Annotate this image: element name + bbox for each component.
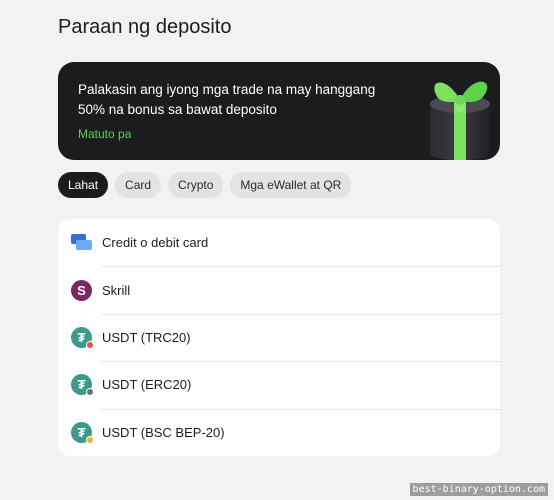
bsc-network-badge-icon — [86, 435, 94, 444]
method-usdt-bep20[interactable]: ₮ USDT (BSC BEP-20) — [58, 408, 500, 456]
tether-icon: ₮ — [71, 374, 94, 397]
method-label: USDT (BSC BEP-20) — [102, 424, 225, 440]
promo-text: Palakasin ang iyong mga trade na may han… — [78, 82, 376, 117]
tab-ewallet-qr[interactable]: Mga eWallet at QR — [230, 172, 352, 198]
tab-all[interactable]: Lahat — [58, 172, 109, 198]
deposit-method-list: Credit o debit card S Skrill ₮ USDT (TRC… — [58, 219, 500, 456]
tab-crypto[interactable]: Crypto — [168, 172, 224, 198]
method-label: USDT (TRC20) — [102, 329, 191, 345]
tab-card[interactable]: Card — [115, 172, 162, 198]
skrill-icon: S — [71, 279, 92, 301]
page-title: Paraan ng deposito — [58, 16, 232, 38]
watermark: best-binary-option.com — [409, 483, 548, 496]
tether-icon: ₮ — [71, 421, 94, 444]
method-label: Skrill — [102, 282, 131, 298]
credit-card-icon — [71, 232, 92, 253]
method-label: USDT (ERC20) — [102, 377, 192, 393]
method-credit-debit-card[interactable]: Credit o debit card — [58, 219, 500, 266]
gift-box-icon — [430, 81, 490, 160]
method-usdt-trc20[interactable]: ₮ USDT (TRC20) — [58, 313, 500, 361]
method-usdt-erc20[interactable]: ₮ USDT (ERC20) — [58, 361, 500, 408]
ethereum-network-badge-icon — [86, 388, 94, 397]
tron-network-badge-icon — [86, 340, 94, 349]
tether-icon: ₮ — [71, 326, 94, 349]
method-skrill[interactable]: S Skrill — [58, 266, 500, 313]
method-label: Credit o debit card — [102, 235, 209, 251]
learn-more-link[interactable]: Matuto pa — [78, 127, 131, 141]
bonus-promo-banner[interactable]: Palakasin ang iyong mga trade na may han… — [58, 62, 500, 160]
method-filter-tabs: Lahat Card Crypto Mga eWallet at QR — [58, 172, 352, 198]
